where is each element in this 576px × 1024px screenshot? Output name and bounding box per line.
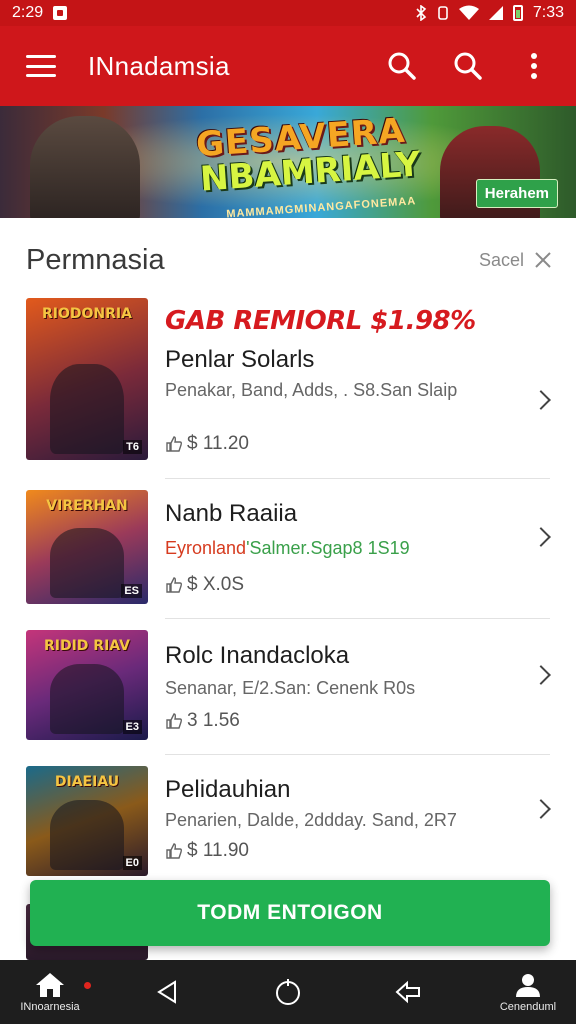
app-title: INnadamsia [88, 50, 230, 81]
thumbs-up-icon [166, 436, 183, 452]
rating-badge: ES [121, 584, 142, 598]
thumb-title: DIAEIAU [54, 774, 120, 790]
item-price: $ X.0S [165, 574, 244, 596]
item-subtitle: Senanar, E/2.San: Cenenk R0s [165, 678, 416, 698]
chevron-right-icon[interactable] [531, 799, 551, 819]
game-thumbnail: VIRERHAN ES [26, 490, 148, 604]
list-item[interactable]: DIAEIAU E0 Pelidauhian Penarien, Dalde, … [0, 766, 576, 878]
divider [165, 478, 550, 479]
nav-home[interactable]: INnoarnesia [10, 960, 90, 1024]
list-item[interactable]: RIDID RIAV E3 Rolc Inandacloka Senanar, … [0, 630, 576, 742]
list-item[interactable]: RIODONRIA Т6 GAB REMIORL $1.98% Penlar S… [0, 298, 576, 463]
screen: 2:29 7:33 INnadamsia GESAVERA NBAMRIALY … [0, 0, 576, 1024]
banner-hero-left [30, 116, 140, 218]
app-bar: INnadamsia [0, 26, 576, 106]
wifi-icon [458, 5, 479, 20]
thumb-title: RIODONRIA [42, 306, 132, 322]
thumb-title: RIDID RIAV [43, 638, 131, 654]
banner-chip[interactable]: Herahem [475, 179, 558, 208]
notification-dot [84, 982, 91, 989]
battery-icon [512, 5, 523, 21]
rating-badge: E3 [122, 720, 142, 734]
vibrate-icon [438, 6, 448, 20]
status-time-left: 2:29 [12, 4, 44, 21]
item-name: Nanb Raaiia [165, 500, 298, 527]
game-thumbnail: RIDID RIAV E3 [26, 630, 148, 740]
divider [165, 754, 550, 755]
item-subtitle: Penakar, Band, Adds, . S8.San Slaip [165, 380, 458, 400]
game-thumbnail: DIAEIAU E0 [26, 766, 148, 876]
circle-home-icon [276, 979, 300, 1005]
thumb-title: VIRERHAN [46, 498, 128, 514]
sort-label: Sacel [478, 249, 524, 270]
menu-icon[interactable] [26, 55, 56, 77]
item-price: 3 1.56 [165, 710, 240, 732]
thumbs-up-icon [166, 843, 183, 859]
item-subtitle: Penarien, Dalde, 2ddday. Sand, 2R7 [165, 810, 457, 830]
cta-button[interactable]: TODM ENTOIGON [30, 880, 550, 946]
chevron-right-icon[interactable] [531, 665, 551, 685]
bluetooth-icon [416, 5, 427, 21]
nav-back[interactable] [148, 960, 188, 1024]
share-icon [395, 980, 420, 1004]
sort-control[interactable]: Sacel [479, 250, 552, 271]
rating-badge: E0 [122, 856, 142, 870]
status-bar: 2:29 7:33 [0, 0, 576, 26]
nav-recents[interactable] [388, 960, 428, 1024]
divider [165, 618, 550, 619]
game-thumbnail: RIODONRIA Т6 [26, 298, 148, 460]
more-vert-icon[interactable] [518, 50, 550, 82]
thumbs-up-icon [166, 713, 183, 729]
back-icon [157, 980, 176, 1004]
signal-icon [488, 6, 503, 20]
notification-icon [53, 6, 68, 20]
bottom-nav: INnoarnesia Cenenduml [0, 960, 576, 1024]
item-price: $ 11.90 [165, 840, 249, 862]
promo-text: GAB REMIORL $1.98% [165, 306, 476, 336]
profile-icon [516, 974, 540, 997]
search-icon[interactable] [386, 50, 418, 82]
close-icon[interactable] [534, 251, 552, 269]
item-name: Penlar Solarls [165, 346, 315, 373]
item-price: $ 11.20 [165, 433, 249, 455]
section-title: Permnasia [26, 243, 165, 276]
promo-banner[interactable]: GESAVERA NBAMRIALY MAMMAMGMINANGAFONEMAA… [0, 106, 576, 218]
home-icon [36, 973, 64, 997]
thumbs-up-icon [166, 577, 183, 593]
nav-home-circle[interactable] [268, 960, 308, 1024]
nav-profile-label: Cenenduml [499, 1001, 557, 1013]
item-name: Rolc Inandacloka [165, 642, 350, 669]
nav-profile[interactable]: Cenenduml [480, 960, 576, 1024]
rating-badge: Т6 [123, 440, 142, 454]
item-subtitle: Eyronland'Salmer.Sgap8 1S19 [165, 538, 410, 558]
list-item[interactable]: VIRERHAN ES Nanb Raaiia Eyronland'Salmer… [0, 490, 576, 606]
item-name: Pelidauhian [165, 776, 291, 803]
chevron-right-icon[interactable] [531, 390, 551, 410]
status-time-right: 7:33 [532, 4, 564, 21]
search-icon-secondary[interactable] [452, 50, 484, 82]
section-header: Permnasia Sacel [0, 230, 576, 290]
nav-home-label: INnoarnesia [20, 1001, 80, 1013]
